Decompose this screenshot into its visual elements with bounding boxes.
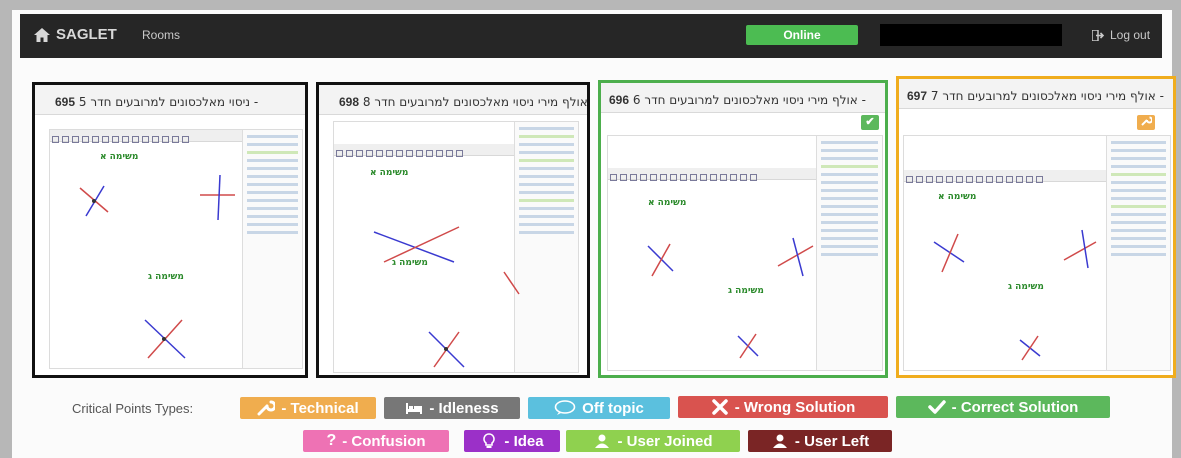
room-title: 698 אולף מירי ניסוי מאלכסונים למרובעים ח… — [319, 85, 587, 115]
technical-badge[interactable] — [1137, 115, 1155, 130]
user-name-redacted — [880, 24, 1062, 46]
room-card-697[interactable]: 697 אולף מירי ניסוי מאלכסונים למרובעים ח… — [896, 76, 1176, 378]
lightbulb-icon — [483, 433, 496, 448]
room-title: 696 אולף מירי ניסוי מאלכסונים למרובעים ח… — [601, 83, 885, 113]
legend-correct-solution: - Correct Solution — [896, 396, 1110, 418]
room-number: 697 — [907, 89, 928, 103]
legend-idea: - Idea — [464, 430, 560, 452]
room-screenshot: משימה א משימה ג — [49, 129, 303, 369]
wrench-icon — [257, 400, 276, 416]
legend-off-topic: Off topic — [528, 397, 670, 419]
room-screenshot: משימה א משימה ג — [903, 135, 1171, 371]
correct-solution-badge[interactable]: ✔ — [861, 115, 879, 130]
room-title: 697 אולף מירי ניסוי מאלכסונים למרובעים ח… — [899, 79, 1173, 109]
home-icon — [34, 27, 50, 42]
x-icon — [711, 399, 728, 415]
legend-wrong-solution: - Wrong Solution — [678, 396, 888, 418]
geometry-diagram — [373, 226, 520, 368]
legend-user-joined: - User Joined — [566, 430, 740, 452]
room-number: 695 — [55, 95, 76, 109]
user-icon — [772, 434, 787, 448]
rooms-link[interactable]: Rooms — [142, 28, 180, 42]
bed-icon — [406, 403, 423, 414]
room-card-696[interactable]: 696 אולף מירי ניסוי מאלכסונים למרובעים ח… — [598, 80, 888, 378]
room-name: אולף מירי ניסוי מאלכסונים למרובעים חדר 7… — [930, 89, 1164, 103]
legend-technical: - Technical — [240, 397, 376, 419]
room-card-698[interactable]: 698 אולף מירי ניסוי מאלכסונים למרובעים ח… — [316, 82, 590, 378]
chat-panel — [1106, 136, 1170, 370]
legend-user-left: - User Left — [748, 430, 892, 452]
logout-icon — [1092, 29, 1105, 41]
legend-idleness: - Idleness — [384, 397, 520, 419]
room-screenshot: משימה א משימה ג — [333, 121, 579, 373]
top-navbar: SAGLET Rooms Online Log out — [20, 14, 1162, 58]
geometry-diagram — [933, 229, 1097, 361]
comment-icon — [554, 400, 576, 415]
room-name: אולף מירי ניסוי מאלכסונים למרובעים חדר 6… — [632, 93, 866, 107]
brand-label: SAGLET — [56, 26, 117, 43]
legend-confusion: ? - Confusion — [303, 430, 449, 452]
geometry-diagram — [647, 237, 814, 359]
logout-link[interactable]: Log out — [1092, 28, 1150, 42]
chat-panel — [242, 130, 302, 368]
check-icon — [927, 400, 946, 414]
legend-title: Critical Points Types: — [72, 401, 194, 416]
room-name: אולף מירי ניסוי מאלכסונים למרובעים חדר 8… — [362, 95, 588, 109]
room-number: 696 — [609, 93, 630, 107]
user-icon — [595, 434, 610, 448]
geometry-diagram — [79, 174, 235, 359]
online-status-button[interactable]: Online — [746, 25, 858, 45]
room-card-695[interactable]: 695 ניסוי מאלכסונים למרובעים חדר 5 - משי… — [32, 82, 308, 378]
room-title: 695 ניסוי מאלכסונים למרובעים חדר 5 - — [35, 85, 305, 115]
room-name: ניסוי מאלכסונים למרובעים חדר 5 - — [78, 95, 259, 109]
room-number: 698 — [339, 95, 360, 109]
brand-link[interactable]: SAGLET — [34, 26, 117, 43]
room-screenshot: משימה א משימה ג — [607, 135, 883, 371]
question-icon: ? — [326, 432, 337, 449]
logout-label: Log out — [1110, 28, 1151, 42]
